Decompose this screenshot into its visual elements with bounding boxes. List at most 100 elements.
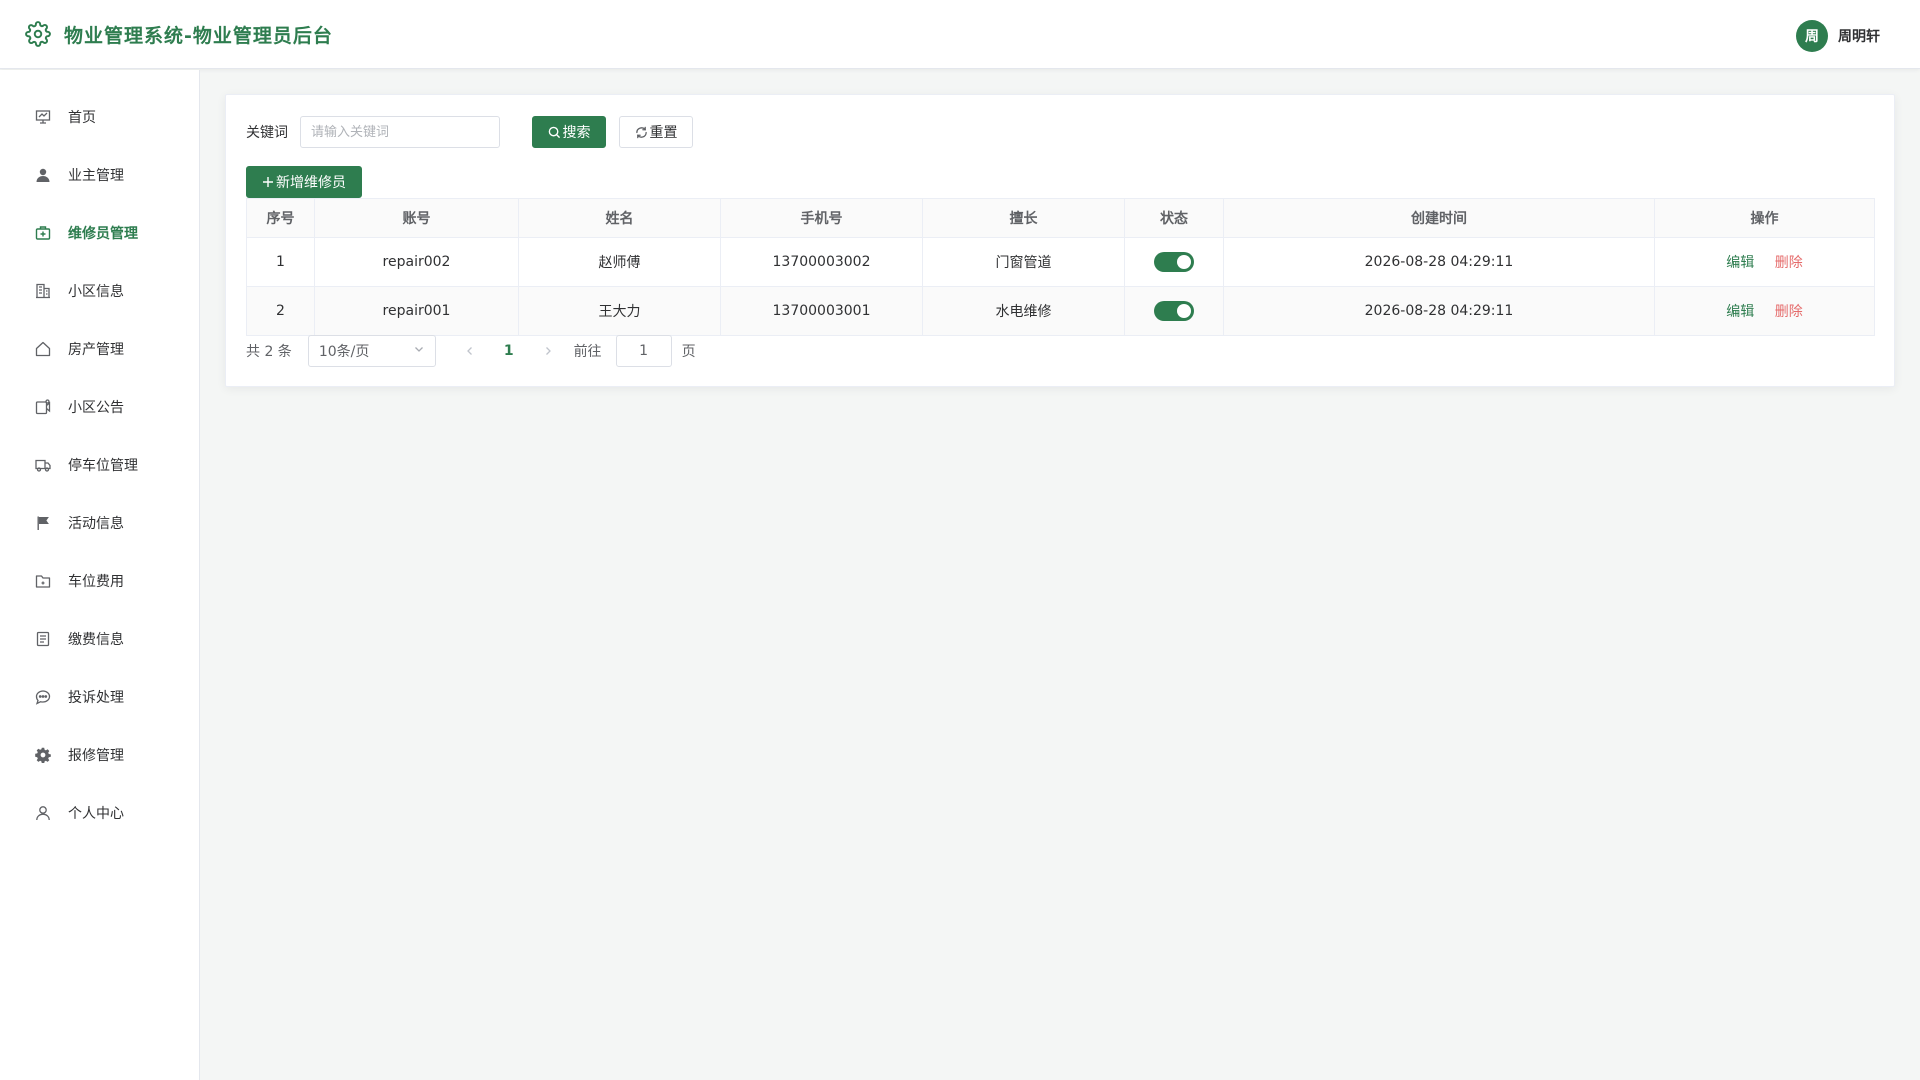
user-outline-icon [34,804,52,822]
chevron-right-icon [545,347,551,355]
sidebar-item-label: 车位费用 [68,574,124,590]
chevron-down-icon [413,343,425,359]
notice-icon [34,398,52,416]
sidebar-item-property[interactable]: 房产管理 [0,320,199,378]
goto-label: 前往 [573,344,602,360]
sidebar-item-parking-fees[interactable]: 车位费用 [0,552,199,610]
goto-page-input[interactable] [615,335,672,367]
house-icon [34,340,52,358]
column-header: 创建时间 [1223,198,1655,238]
gear-icon [34,746,52,764]
van-icon [34,456,52,474]
delete-link[interactable]: 删除 [1775,255,1803,271]
cell-specialty: 水电维修 [922,286,1125,336]
table-row: 1 repair002 赵师傅 13700003002 门窗管道 2026-08… [246,237,1875,287]
sidebar-item-owners[interactable]: 业主管理 [0,146,199,204]
sidebar-item-label: 小区公告 [68,400,124,416]
avatar[interactable]: 周 [1796,20,1828,52]
sidebar-item-home[interactable]: 首页 [0,88,199,146]
cell-status [1124,237,1224,287]
first-aid-kit-icon [34,224,52,242]
office-building-icon [34,282,52,300]
sidebar: 首页 业主管理 维修员管理 小区信息 房产管理 小区公告 停车位管理 活动信息 … [0,70,200,1080]
document-icon [34,630,52,648]
reset-button[interactable]: 重置 [619,116,693,148]
sidebar-item-label: 活动信息 [68,516,124,532]
plus-icon [262,176,274,188]
sidebar-item-community[interactable]: 小区信息 [0,262,199,320]
page-number-current[interactable]: 1 [504,343,514,359]
column-header: 擅长 [922,198,1125,238]
sidebar-item-complaints[interactable]: 投诉处理 [0,668,199,726]
chat-bubble-icon [34,688,52,706]
table-header-row: 序号 账号 姓名 手机号 擅长 状态 创建时间 操作 [246,198,1875,238]
app-title: 物业管理系统-物业管理员后台 [64,24,333,47]
user-menu[interactable]: 周 周明轩 [1796,20,1880,52]
sidebar-item-label: 维修员管理 [68,226,138,242]
presentation-chart-icon [34,108,52,126]
delete-link[interactable]: 删除 [1775,304,1803,320]
cell-index: 1 [246,237,315,287]
cell-created: 2026-08-28 04:29:11 [1223,286,1655,336]
gear-logo-icon [25,21,51,47]
sidebar-item-label: 小区信息 [68,284,124,300]
folder-icon [34,572,52,590]
cell-phone: 13700003002 [720,237,923,287]
status-toggle[interactable] [1154,252,1194,272]
status-toggle[interactable] [1154,301,1194,321]
prev-page-button[interactable] [460,346,480,356]
pagination: 共 2 条 10条/页 1 前往 页 [246,335,696,367]
cell-name: 赵师傅 [518,237,721,287]
chevron-left-icon [466,347,472,355]
keyword-label: 关键词 [246,125,288,141]
toggle-knob [1177,304,1191,318]
edit-link[interactable]: 编辑 [1726,304,1754,320]
edit-link[interactable]: 编辑 [1726,255,1754,271]
add-repairman-button[interactable]: 新增维修员 [246,166,362,198]
add-button-label: 新增维修员 [276,175,346,191]
sidebar-item-label: 首页 [68,110,96,126]
page-suffix: 页 [681,344,696,360]
page-size-select[interactable]: 10条/页 [307,335,436,367]
user-icon [34,166,52,184]
content-card: 关键词 搜索 重置 新增维修员 序号 账号 [225,94,1895,387]
keyword-input[interactable] [300,116,500,148]
goto-page: 前往 页 [574,335,696,367]
sidebar-item-payments[interactable]: 缴费信息 [0,610,199,668]
reset-button-label: 重置 [649,125,678,141]
cell-created: 2026-08-28 04:29:11 [1223,237,1655,287]
search-button[interactable]: 搜索 [532,116,606,148]
next-page-button[interactable] [538,346,558,356]
column-header: 操作 [1654,198,1875,238]
sidebar-item-parking[interactable]: 停车位管理 [0,436,199,494]
sidebar-item-profile[interactable]: 个人中心 [0,784,199,842]
page-size-value: 10条/页 [318,344,370,360]
column-header: 姓名 [518,198,721,238]
sidebar-item-label: 报修管理 [68,748,124,764]
toggle-knob [1177,255,1191,269]
search-icon [548,126,561,139]
sidebar-item-activities[interactable]: 活动信息 [0,494,199,552]
sidebar-item-label: 业主管理 [68,168,124,184]
column-header: 手机号 [720,198,923,238]
sidebar-item-label: 缴费信息 [68,632,124,648]
cell-specialty: 门窗管道 [922,237,1125,287]
sidebar-item-label: 房产管理 [68,342,124,358]
cell-status [1124,286,1224,336]
sidebar-item-notices[interactable]: 小区公告 [0,378,199,436]
sidebar-item-label: 个人中心 [68,806,124,822]
sidebar-item-repairmen[interactable]: 维修员管理 [0,204,199,262]
cell-name: 王大力 [518,286,721,336]
search-button-label: 搜索 [562,125,591,141]
search-bar: 关键词 搜索 重置 [246,116,693,148]
sidebar-item-repairs[interactable]: 报修管理 [0,726,199,784]
sidebar-item-label: 停车位管理 [68,458,138,474]
cell-account: repair001 [314,286,519,336]
user-name[interactable]: 周明轩 [1838,26,1880,46]
flag-icon [34,514,52,532]
cell-phone: 13700003001 [720,286,923,336]
column-header: 状态 [1124,198,1224,238]
total-count: 共 2 条 [246,344,292,360]
cell-account: repair002 [314,237,519,287]
table-row: 2 repair001 王大力 13700003001 水电维修 2026-08… [246,286,1875,336]
